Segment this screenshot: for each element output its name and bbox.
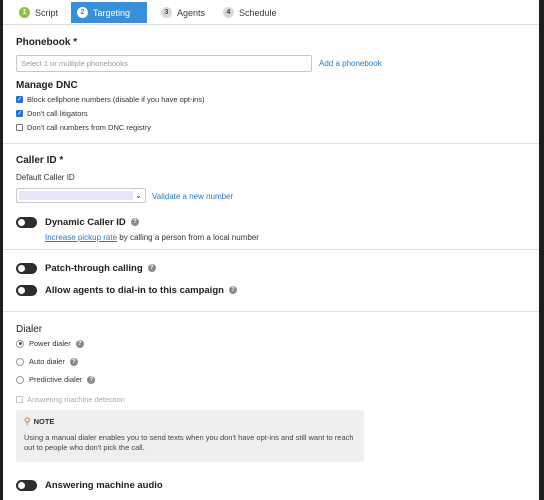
patch-through-text: Patch-through calling (45, 263, 143, 274)
dialer-option-label: Auto dialer (29, 357, 65, 366)
dynamic-caller-id-toggle[interactable] (16, 217, 37, 228)
answering-machine-audio-toggle[interactable] (16, 480, 37, 491)
default-caller-id-label: Default Caller ID (16, 173, 75, 182)
help-icon[interactable]: ? (130, 218, 139, 227)
checkbox-checked[interactable]: ✓ (16, 96, 23, 103)
default-caller-id-select[interactable]: ⌄ (16, 188, 146, 203)
step-number-badge: 3 (161, 7, 172, 18)
step-number-badge: 4 (223, 7, 234, 18)
lightbulb-icon: ⚲ (24, 416, 31, 426)
help-icon[interactable]: ? (75, 339, 84, 348)
dialer-option-label: Predictive dialer (29, 375, 83, 384)
patch-through-toggle[interactable] (16, 263, 37, 274)
patch-through-label: Patch-through calling? (45, 263, 156, 274)
step-number-badge: 2 (77, 7, 88, 18)
dialer-option-label: Power dialer (29, 339, 71, 348)
tab-schedule[interactable]: 4 Schedule (217, 2, 283, 23)
agent-dial-in-text: Allow agents to dial-in to this campaign (45, 285, 224, 296)
checkbox-checked[interactable]: ✓ (16, 110, 23, 117)
dialer-heading: Dialer (16, 324, 43, 335)
section-divider (3, 249, 539, 250)
dynamic-caller-id-label: Dynamic Caller ID? (45, 217, 139, 228)
note-title: ⚲ NOTE (24, 416, 356, 427)
section-divider (3, 311, 539, 312)
dnc-option-litigators[interactable]: ✓ Don't call litigators (16, 109, 88, 118)
answering-machine-detection-option: Answering machine detection (16, 395, 125, 404)
chevron-down-icon: ⌄ (135, 191, 142, 200)
phonebook-select[interactable]: Select 1 or multiple phonebooks (16, 55, 312, 72)
caller-id-heading: Caller ID * (16, 155, 64, 166)
tab-script[interactable]: 1 Script (13, 2, 64, 23)
phonebook-placeholder: Select 1 or multiple phonebooks (21, 59, 128, 68)
checkbox-unchecked[interactable] (16, 124, 23, 131)
answering-machine-audio-label: Answering machine audio (45, 480, 163, 491)
add-phonebook-link[interactable]: Add a phonebook (319, 59, 382, 68)
dnc-option-cellphone[interactable]: ✓ Block cellphone numbers (disable if yo… (16, 95, 205, 104)
dialer-option-power[interactable]: Power dialer? (16, 339, 84, 348)
help-icon[interactable]: ? (147, 264, 156, 273)
dialer-option-predictive[interactable]: Predictive dialer? (16, 375, 96, 384)
manage-dnc-heading: Manage DNC (16, 80, 78, 91)
caller-id-value (19, 191, 133, 200)
tab-label: Script (35, 7, 59, 18)
note-text: Using a manual dialer enables you to sen… (24, 433, 354, 452)
tab-agents[interactable]: 3 Agents (155, 2, 211, 23)
increase-pickup-rate-link[interactable]: Increase pickup rate (45, 233, 117, 242)
note-title-text: NOTE (33, 417, 55, 426)
wizard-tabs: 1 Script 2 Targeting 3 Agents 4 Schedule (3, 0, 539, 25)
help-icon[interactable]: ? (69, 357, 78, 366)
dynamic-caller-id-rest: by calling a person from a local number (117, 233, 259, 242)
radio-selected[interactable] (16, 339, 24, 348)
section-divider (3, 143, 539, 144)
campaign-targeting-panel: 1 Script 2 Targeting 3 Agents 4 Schedule… (3, 0, 539, 500)
dnc-option-label: Block cellphone numbers (disable if you … (27, 95, 205, 104)
radio-unselected[interactable] (16, 375, 24, 384)
help-icon[interactable]: ? (87, 375, 96, 384)
agent-dial-in-label: Allow agents to dial-in to this campaign… (45, 285, 237, 296)
tab-targeting[interactable]: 2 Targeting (71, 2, 147, 23)
amd-label: Answering machine detection (27, 395, 125, 404)
dialer-option-auto[interactable]: Auto dialer? (16, 357, 78, 366)
agent-dial-in-toggle[interactable] (16, 285, 37, 296)
phonebook-heading: Phonebook * (16, 37, 78, 48)
dnc-option-label: Don't call numbers from DNC registry (27, 123, 151, 132)
tab-label: Agents (177, 7, 206, 18)
step-number-badge: 1 (19, 7, 30, 18)
dnc-option-label: Don't call litigators (27, 109, 88, 118)
dynamic-caller-id-description: Increase pickup rate by calling a person… (45, 233, 259, 242)
tab-label: Targeting (93, 7, 131, 18)
dialer-note: ⚲ NOTE Using a manual dialer enables you… (16, 410, 364, 462)
tab-label: Schedule (239, 7, 277, 18)
radio-unselected[interactable] (16, 357, 24, 366)
dynamic-caller-id-text: Dynamic Caller ID (45, 217, 126, 228)
help-icon[interactable]: ? (228, 286, 237, 295)
dnc-option-registry[interactable]: Don't call numbers from DNC registry (16, 123, 151, 132)
validate-number-link[interactable]: Validate a new number (152, 192, 233, 201)
checkbox-disabled (16, 396, 23, 403)
